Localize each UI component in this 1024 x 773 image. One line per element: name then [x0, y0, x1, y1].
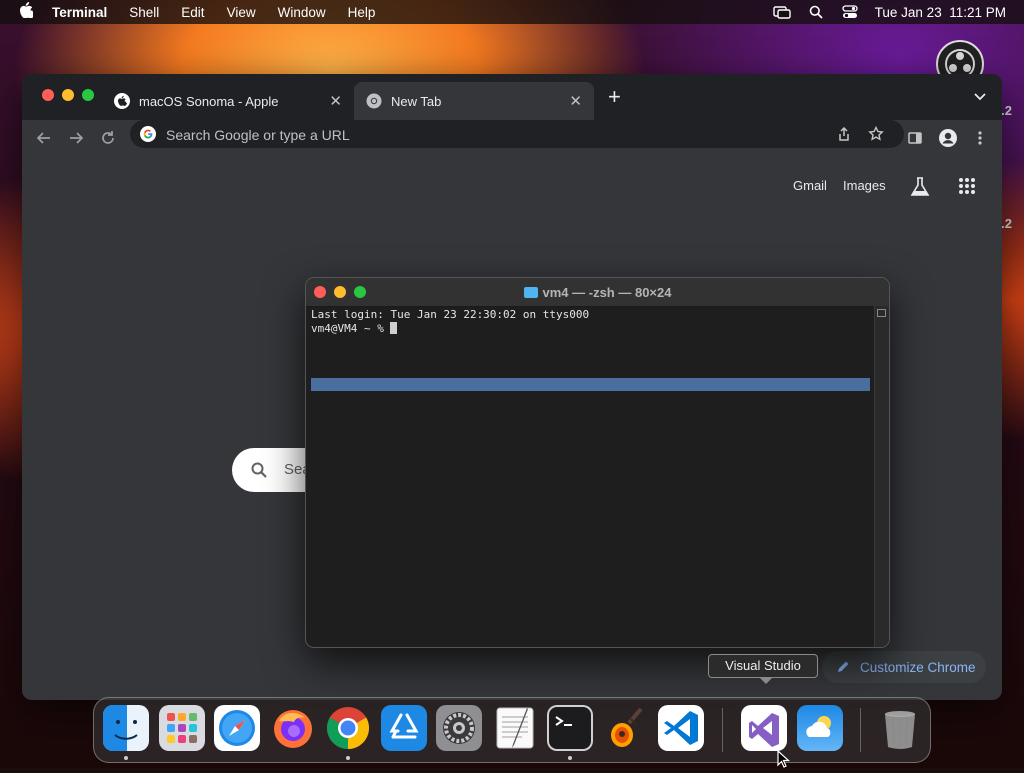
- tab-macos-sonoma[interactable]: macOS Sonoma - Apple ✕: [114, 82, 354, 120]
- terminal-title-bar[interactable]: vm4 — -zsh — 80×24: [306, 278, 889, 307]
- menu-clock[interactable]: Tue Jan 23 11:21 PM: [875, 5, 1006, 20]
- garageband-icon[interactable]: [603, 705, 649, 751]
- share-icon[interactable]: [836, 126, 852, 147]
- terminal-window[interactable]: vm4 — -zsh — 80×24 Last login: Tue Jan 2…: [305, 277, 890, 648]
- running-indicator: [346, 756, 350, 760]
- dock-separator: [860, 708, 861, 752]
- customize-chrome-label: Customize Chrome: [860, 659, 976, 675]
- finder-icon[interactable]: [103, 705, 149, 751]
- terminal-prompt: vm4@VM4 ~ %: [311, 322, 391, 335]
- profile-avatar-icon[interactable]: [936, 126, 960, 150]
- spotlight-search-icon[interactable]: [807, 5, 825, 19]
- omnibox-input[interactable]: [164, 120, 808, 150]
- menu-window[interactable]: Window: [267, 5, 337, 20]
- firefox-icon[interactable]: [270, 705, 316, 751]
- running-indicator: [124, 756, 128, 760]
- menu-bar: Terminal Shell Edit View Window Help Tue…: [0, 0, 1024, 24]
- apple-icon: [114, 93, 130, 109]
- google-g-icon: [140, 126, 156, 142]
- desktop-label-fragment: .2: [1001, 103, 1012, 118]
- close-window-button[interactable]: [42, 89, 54, 101]
- more-menu-icon[interactable]: [968, 126, 992, 150]
- dock-tooltip: Visual Studio: [708, 654, 818, 684]
- screen-mirroring-icon[interactable]: [772, 5, 791, 19]
- tab-strip: macOS Sonoma - Apple ✕ New Tab ✕ +: [22, 74, 1002, 120]
- gmail-link[interactable]: Gmail: [793, 178, 827, 193]
- new-tab-button[interactable]: +: [608, 86, 621, 108]
- terminal-output[interactable]: Last login: Tue Jan 23 22:30:02 on ttys0…: [311, 308, 876, 647]
- tab-search-chevron-icon[interactable]: [972, 88, 988, 104]
- textedit-icon[interactable]: [492, 705, 538, 751]
- search-icon: [250, 461, 268, 479]
- terminal-line: Last login: Tue Jan 23 22:30:02 on ttys0…: [311, 308, 590, 321]
- zoom-window-button[interactable]: [82, 89, 94, 101]
- menu-view[interactable]: View: [216, 5, 267, 20]
- google-apps-grid-icon[interactable]: [958, 177, 976, 200]
- system-settings-icon[interactable]: [436, 705, 482, 751]
- menu-edit[interactable]: Edit: [170, 5, 215, 20]
- mouse-pointer-icon: [777, 749, 791, 768]
- omnibox[interactable]: [130, 120, 904, 150]
- menu-shell[interactable]: Shell: [118, 5, 170, 20]
- labs-flask-icon[interactable]: [909, 176, 931, 203]
- vscode-icon[interactable]: [658, 705, 704, 751]
- safari-icon[interactable]: [214, 705, 260, 751]
- minimize-window-button[interactable]: [62, 89, 74, 101]
- menu-app-name[interactable]: Terminal: [52, 5, 118, 20]
- terminal-title: vm4 — -zsh — 80×24: [306, 285, 889, 300]
- chrome-icon: [366, 93, 382, 109]
- window-controls: [42, 89, 94, 101]
- close-tab-icon[interactable]: ✕: [329, 92, 342, 110]
- text-cursor: [390, 322, 398, 334]
- pencil-icon: [836, 660, 850, 674]
- terminal-title-text: vm4 — -zsh — 80×24: [542, 285, 672, 300]
- dock: [93, 697, 931, 763]
- terminal-scrollbar[interactable]: [874, 306, 889, 647]
- back-arrow-icon[interactable]: [32, 126, 56, 150]
- terminal-selection-highlight: [311, 378, 870, 391]
- terminal-prompt-line: vm4@VM4 ~ %: [311, 322, 876, 336]
- trash-icon[interactable]: [877, 705, 923, 751]
- launchpad-icon[interactable]: [159, 705, 205, 751]
- browser-toolbar: [22, 120, 1002, 156]
- terminal-icon[interactable]: [547, 705, 593, 751]
- visual-studio-icon[interactable]: [741, 705, 787, 751]
- side-panel-icon[interactable]: [903, 126, 927, 150]
- control-center-icon[interactable]: [841, 5, 859, 19]
- chrome-icon[interactable]: [325, 705, 371, 751]
- apple-menu-icon[interactable]: [0, 2, 52, 22]
- running-indicator: [568, 756, 572, 760]
- tab-new-tab[interactable]: New Tab ✕: [354, 82, 594, 120]
- desktop-label-fragment: .2: [1001, 216, 1012, 231]
- bookmark-star-icon[interactable]: [868, 125, 884, 147]
- close-tab-icon[interactable]: ✕: [569, 92, 582, 110]
- customize-chrome-button[interactable]: Customize Chrome: [822, 651, 986, 683]
- menu-help[interactable]: Help: [337, 5, 387, 20]
- weather-icon[interactable]: [797, 705, 843, 751]
- reload-icon[interactable]: [96, 126, 120, 150]
- scroll-marker-icon[interactable]: [877, 309, 886, 317]
- tab-title: New Tab: [391, 93, 442, 109]
- tab-title: macOS Sonoma - Apple: [139, 93, 279, 109]
- folder-icon: [523, 287, 538, 298]
- images-link[interactable]: Images: [843, 178, 886, 193]
- app-store-icon[interactable]: [381, 705, 427, 751]
- forward-arrow-icon[interactable]: [64, 126, 88, 150]
- dock-separator: [722, 708, 723, 752]
